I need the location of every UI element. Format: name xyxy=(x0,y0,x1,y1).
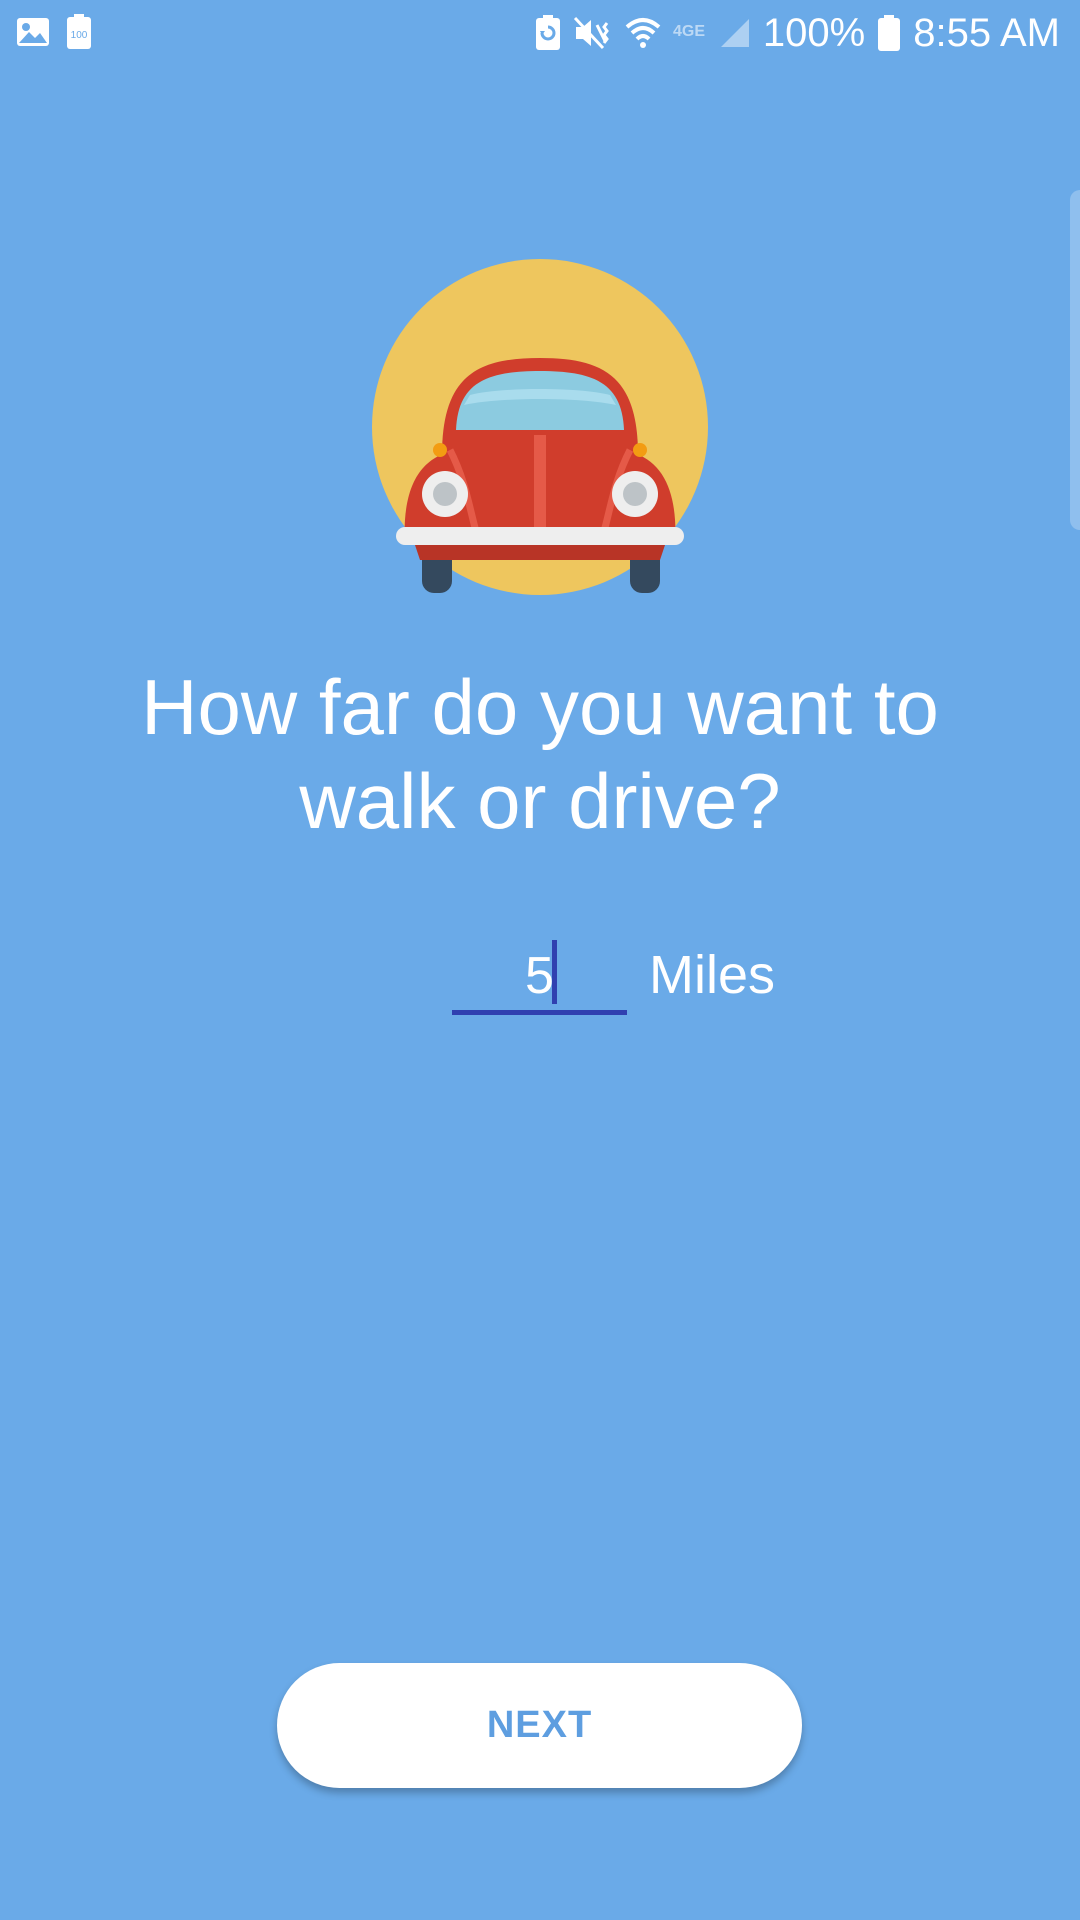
text-cursor xyxy=(552,940,557,1004)
question-heading: How far do you want to walk or drive? xyxy=(80,660,1000,848)
car-icon xyxy=(372,259,708,595)
edge-panel-handle[interactable] xyxy=(1070,190,1080,530)
svg-text:4GE: 4GE xyxy=(673,23,705,40)
distance-value[interactable]: 5 xyxy=(452,946,627,1006)
wifi-icon xyxy=(625,15,661,51)
battery-100-icon: 100 xyxy=(66,14,92,50)
car-illustration xyxy=(360,255,720,605)
question-line-2: walk or drive? xyxy=(299,757,781,845)
battery-percent: 100% xyxy=(762,11,866,55)
signal-icon xyxy=(719,17,751,49)
distance-input[interactable]: 5 xyxy=(452,935,627,1015)
4g-icon: 4GE xyxy=(673,18,707,48)
mute-vibrate-icon xyxy=(573,15,613,51)
next-button[interactable]: NEXT xyxy=(277,1663,802,1788)
gallery-icon xyxy=(16,15,50,49)
status-right: 4GE 100% 8:55 AM xyxy=(535,10,1060,56)
battery-saver-icon xyxy=(535,15,561,51)
question-line-1: How far do you want to xyxy=(141,663,939,751)
battery-icon xyxy=(877,15,901,51)
clock: 8:55 AM xyxy=(913,11,1060,55)
battery-mini-label: 100 xyxy=(71,30,88,41)
bumper xyxy=(396,527,684,545)
distance-row: 5 Miles xyxy=(452,935,775,1015)
status-bar: 100 4GE 100% 8:55 AM xyxy=(0,0,1080,66)
status-left: 100 xyxy=(16,14,92,50)
screen: 100 4GE 100% 8:55 AM How far do you want… xyxy=(0,0,1080,1920)
distance-unit-label: Miles xyxy=(649,945,776,1005)
